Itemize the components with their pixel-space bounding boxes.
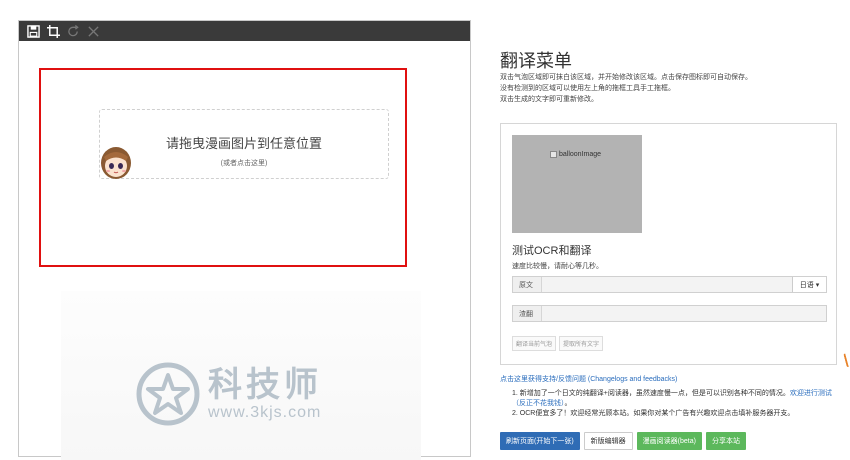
watermark-url: www.3kjs.com bbox=[208, 404, 322, 421]
site-watermark: 科技师 www.3kjs.com bbox=[136, 362, 322, 426]
dropzone-subtitle: (或者点击这里) bbox=[220, 160, 268, 167]
instruction-line: 双击气泡区域即可抹白该区域，并开始修改该区域。点击保存图标即可自动保存。 bbox=[500, 74, 752, 81]
language-select[interactable]: 日语 ▾ bbox=[792, 277, 826, 292]
share-button[interactable]: 分享本站 bbox=[705, 432, 746, 450]
translation-label: 渣翻 bbox=[519, 310, 533, 318]
ocr-card: balloonImage 测试OCR和翻译 速度比较慢，请耐心等几秒。 原文 日… bbox=[500, 123, 837, 365]
balloon-alt-text: balloonImage bbox=[559, 151, 602, 158]
translation-row: 渣翻 bbox=[512, 305, 827, 322]
reader-button[interactable]: 漫画阅读器(beta) bbox=[636, 432, 702, 450]
save-icon[interactable] bbox=[23, 21, 43, 41]
crop-icon[interactable] bbox=[43, 21, 63, 41]
editor-toolbar bbox=[19, 21, 470, 41]
action-buttons: 刷新页面(开始下一张) 新版编辑器 漫画阅读器(beta) 分享本站 bbox=[500, 432, 746, 450]
broken-image-icon bbox=[550, 151, 557, 158]
instruction-line: 没有检测到的区域可以使用左上角的拖框工具手工拖框。 bbox=[500, 85, 675, 92]
dropzone-title: 请拖曳漫画图片到任意位置 bbox=[165, 136, 322, 151]
screen: 请拖曳漫画图片到任意位置 (或者点击这里) 科技师 www.3kjs.com 翻… bbox=[0, 0, 850, 460]
watermark-star-icon bbox=[136, 362, 200, 426]
translation-text-field[interactable] bbox=[541, 306, 826, 321]
upload-dropzone[interactable]: 请拖曳漫画图片到任意位置 (或者点击这里) bbox=[99, 109, 389, 179]
close-icon[interactable] bbox=[83, 21, 103, 41]
note-1: 1. 新增加了一个日文的纯翻译+阅读器，虽然速度慢一点，但是可以识别各种不同的情… bbox=[512, 390, 832, 407]
ocr-actions: 翻译当前气泡 提取所有文字 bbox=[512, 336, 604, 351]
ocr-note: 速度比较慢，请耐心等几秒。 bbox=[512, 263, 603, 270]
translate-bubble-button[interactable]: 翻译当前气泡 bbox=[512, 336, 557, 351]
extract-all-button[interactable]: 提取所有文字 bbox=[559, 336, 604, 351]
instructions: 双击气泡区域即可抹白该区域，并开始修改该区域。点击保存图标即可自动保存。 没有检… bbox=[500, 72, 752, 105]
balloon-image: balloonImage bbox=[512, 135, 642, 233]
notes: 1. 新增加了一个日文的纯翻译+阅读器，虽然速度慢一点，但是可以识别各种不同的情… bbox=[512, 389, 844, 419]
note-2: 2. OCR便宜多了！欢迎经常光顾本站。如果你对某个广告有兴趣欢迎点击填补服务器… bbox=[512, 410, 795, 417]
page-title: 翻译菜单 bbox=[500, 51, 572, 71]
support-link[interactable]: 点击这里获得支持/反馈问题 (Changelogs and feedbacks) bbox=[500, 374, 677, 384]
mascot-icon bbox=[101, 147, 131, 179]
ocr-title: 测试OCR和翻译 bbox=[512, 245, 592, 257]
original-label: 原文 bbox=[519, 281, 533, 289]
original-row: 原文 日语 ▾ bbox=[512, 276, 827, 293]
translation-panel: 翻译菜单 双击气泡区域即可抹白该区域，并开始修改该区域。点击保存图标即可自动保存… bbox=[500, 0, 850, 460]
new-editor-button[interactable]: 新版编辑器 bbox=[583, 432, 633, 450]
refresh-button[interactable]: 刷新页面(开始下一张) bbox=[500, 432, 580, 450]
redo-icon[interactable] bbox=[63, 21, 83, 41]
instruction-line: 双击生成的文字即可重新修改。 bbox=[500, 96, 598, 103]
original-text-field[interactable] bbox=[541, 277, 792, 292]
watermark-text: 科技师 bbox=[208, 366, 322, 404]
